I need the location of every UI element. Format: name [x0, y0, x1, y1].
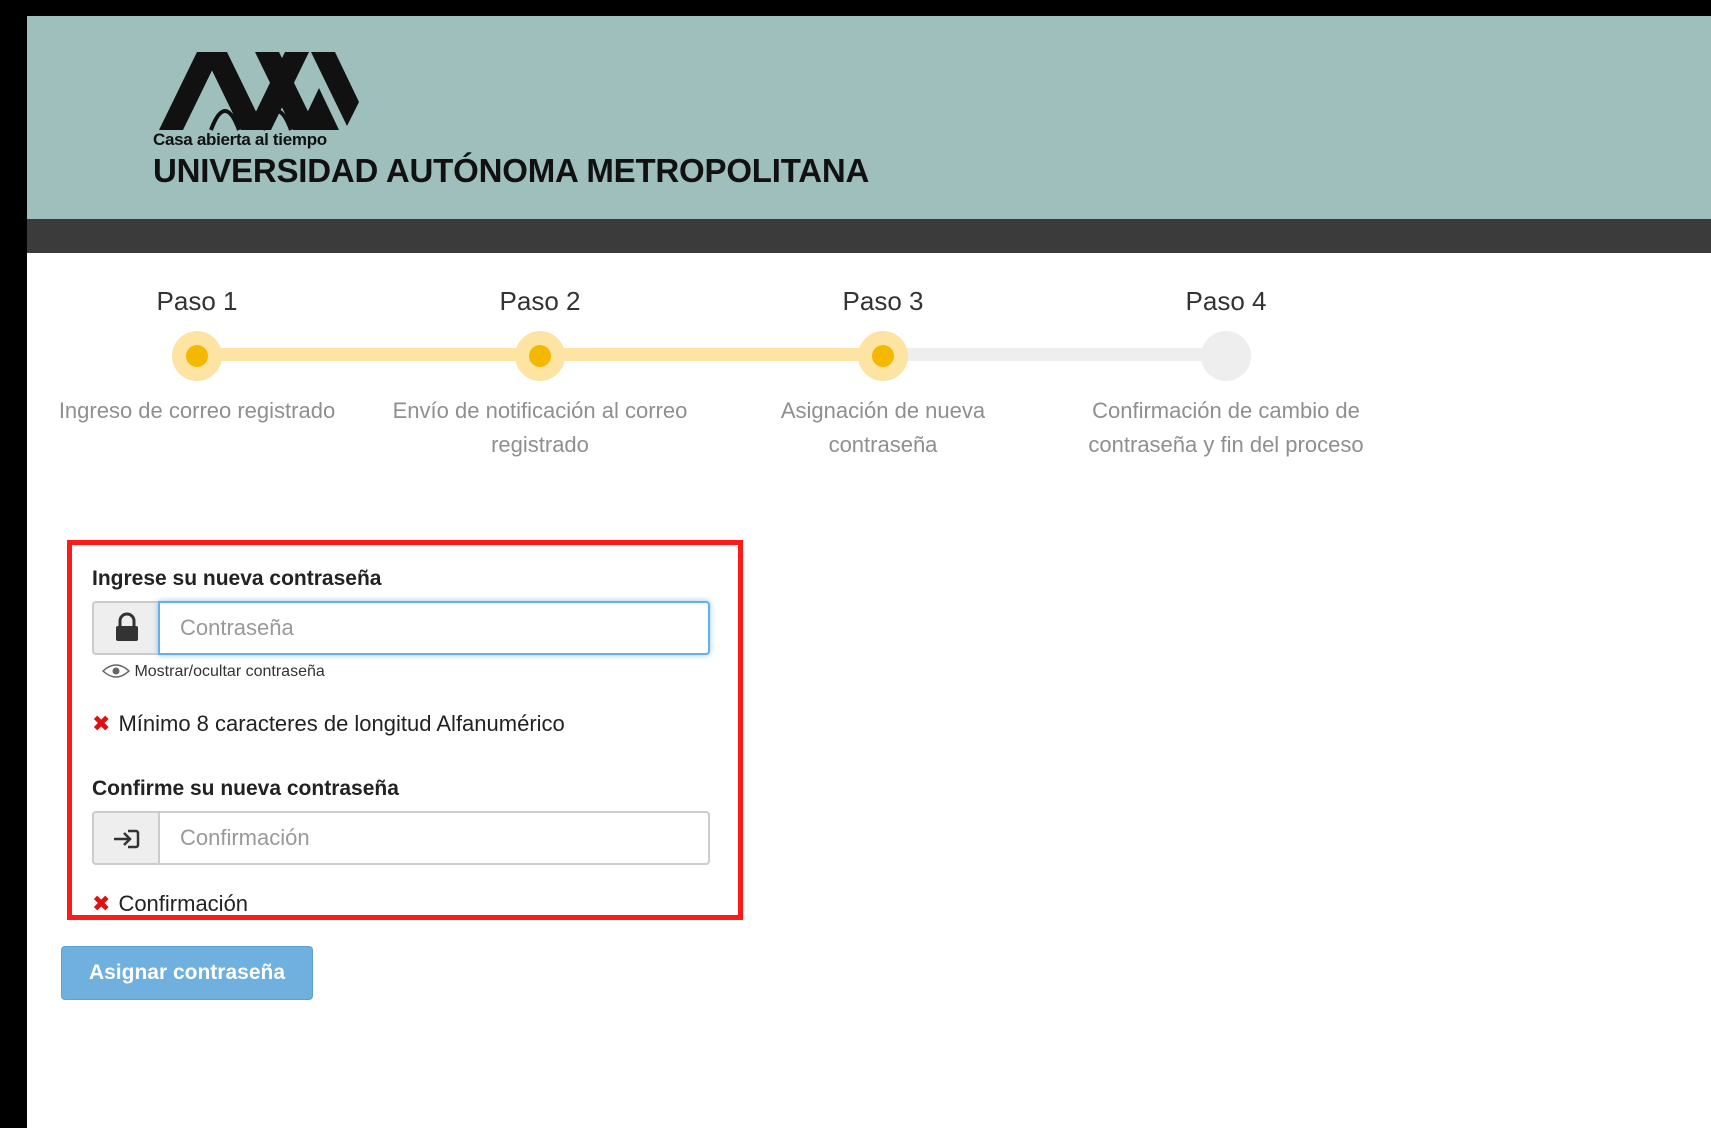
step-description-4: Confirmación de cambio de contraseña y f…	[1088, 398, 1364, 457]
step-connector-1	[197, 348, 540, 361]
step-connector-2	[540, 348, 883, 361]
password-input[interactable]	[158, 601, 710, 655]
assign-password-button[interactable]: Asignar contraseña	[61, 946, 313, 1000]
header-bar	[27, 219, 1711, 253]
step-indicator-2	[515, 331, 565, 381]
site-header: Casa abierta al tiempo UNIVERSIDAD AUTÓN…	[27, 16, 1711, 219]
show-password-label: Mostrar/ocultar contraseña	[134, 663, 325, 680]
x-mark-icon: ✖	[92, 711, 111, 736]
confirm-input[interactable]	[158, 811, 710, 865]
confirm-addon	[92, 811, 158, 865]
show-password-toggle[interactable]: Mostrar/ocultar contraseña	[101, 663, 325, 681]
confirm-input-group	[92, 811, 710, 865]
sign-in-icon	[114, 829, 140, 849]
step-description-3: Asignación de nueva contraseña	[780, 398, 986, 457]
step-indicator-4	[1201, 331, 1251, 381]
step-title-3: Paso 3	[842, 286, 924, 316]
step-connector-3	[883, 348, 1226, 361]
x-mark-icon: ✖	[92, 891, 111, 916]
step-title-4: Paso 4	[1185, 286, 1267, 316]
password-label: Ingrese su nueva contraseña	[92, 567, 382, 590]
step-description-2: Envío de notificación al correo registra…	[392, 398, 688, 457]
confirm-rule-text: Confirmación	[118, 891, 249, 916]
step-title-2: Paso 2	[499, 286, 581, 316]
step-indicator-1	[172, 331, 222, 381]
university-name: UNIVERSIDAD AUTÓNOMA METROPOLITANA	[153, 152, 870, 189]
step-title-1: Paso 1	[156, 286, 238, 316]
password-rule-text: Mínimo 8 caracteres de longitud Alfanumé…	[118, 711, 565, 736]
step-indicator-3	[858, 331, 908, 381]
password-form: Ingrese su nueva contraseña Mostrar/ocul…	[67, 540, 743, 920]
confirm-rule: ✖ Confirmación	[92, 891, 248, 917]
page: Casa abierta al tiempo UNIVERSIDAD AUTÓN…	[27, 16, 1711, 1128]
logo-tagline: Casa abierta al tiempo	[153, 130, 327, 149]
password-rule: ✖ Mínimo 8 caracteres de longitud Alfanum…	[92, 711, 565, 737]
password-input-group	[92, 601, 710, 655]
confirm-label: Confirme su nueva contraseña	[92, 777, 399, 800]
lock-icon	[116, 612, 138, 641]
eye-icon	[101, 664, 131, 678]
uam-logo-icon	[159, 52, 359, 131]
step-description-1: Ingreso de correo registrado	[58, 398, 336, 423]
password-addon	[92, 601, 158, 655]
